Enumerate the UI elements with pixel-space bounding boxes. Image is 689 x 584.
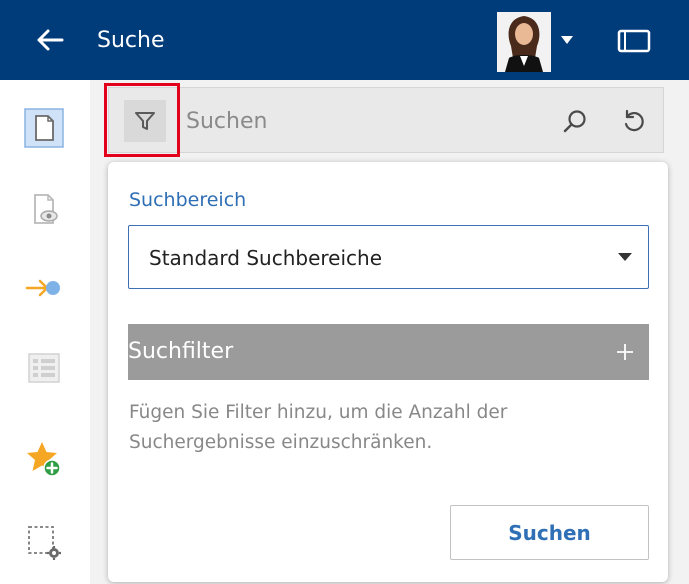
account-menu-caret[interactable]	[557, 30, 577, 50]
sidebar-item-workflow[interactable]	[22, 266, 66, 310]
filter-section-title: Suchfilter	[128, 339, 234, 364]
arrow-left-icon	[37, 29, 64, 51]
document-preview-icon	[34, 194, 58, 224]
user-photo-icon	[497, 12, 551, 72]
add-filter-button[interactable]	[609, 334, 641, 370]
scope-select-value: Standard Suchbereiche	[149, 246, 383, 270]
workflow-arrow-icon	[25, 279, 60, 297]
filter-hint-text: Fügen Sie Filter hinzu, um die Anzahl de…	[129, 402, 508, 453]
caret-down-icon	[618, 250, 632, 264]
selection-settings-icon	[28, 526, 61, 560]
search-filter-panel: Suchbereich Standard Suchbereiche Suchfi…	[108, 162, 668, 582]
sidebar-item-selection[interactable]	[22, 520, 66, 564]
search-icon	[563, 110, 586, 133]
page-title: Suche	[97, 28, 165, 53]
sidebar-item-favorites[interactable]	[22, 437, 66, 481]
sidebar-item-document[interactable]	[22, 106, 66, 150]
window-icon	[617, 29, 651, 53]
search-submit-button[interactable]: Suchen	[450, 505, 649, 560]
filter-button-highlight	[104, 83, 180, 157]
back-button[interactable]	[28, 20, 72, 60]
sidebar-item-list[interactable]	[22, 346, 66, 390]
plus-icon	[617, 344, 633, 360]
list-view-icon	[28, 353, 60, 383]
document-icon	[24, 108, 64, 148]
avatar[interactable]	[497, 12, 551, 72]
scope-select[interactable]: Standard Suchbereiche	[128, 225, 649, 289]
favorite-add-icon	[27, 442, 61, 477]
sidebar-item-preview[interactable]	[22, 187, 66, 231]
sidebar	[0, 80, 90, 584]
caret-down-icon	[561, 36, 573, 44]
reset-button[interactable]	[614, 102, 652, 140]
filter-section-header: Suchfilter	[128, 324, 649, 380]
search-button[interactable]	[556, 102, 594, 140]
window-toggle-button[interactable]	[614, 26, 654, 56]
scope-label: Suchbereich	[129, 189, 247, 211]
reset-icon	[624, 109, 644, 132]
app-header: Suche	[0, 0, 689, 80]
search-input[interactable]	[186, 100, 546, 142]
